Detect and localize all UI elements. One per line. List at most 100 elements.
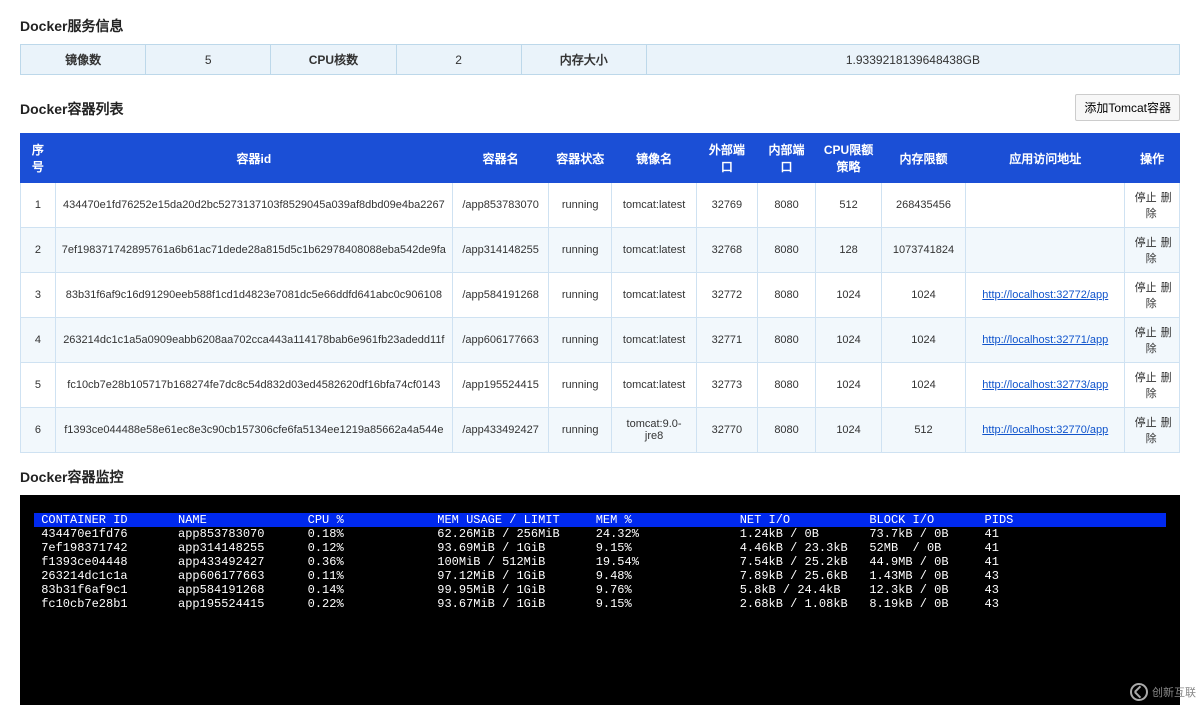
cell-index: 2 [21, 228, 56, 273]
cell-image: tomcat:latest [612, 363, 697, 408]
th-cpu-limit: CPU限额策略 [816, 134, 881, 183]
app-url-link[interactable]: http://localhost:32773/app [982, 379, 1108, 391]
cell-ext-port: 32770 [697, 408, 758, 453]
terminal-row: 7ef198371742 app314148255 0.12% 93.69MiB… [34, 541, 1166, 555]
terminal-row: fc10cb7e28b1 app195524415 0.22% 93.67MiB… [34, 597, 1166, 611]
cell-ext-port: 32768 [697, 228, 758, 273]
cell-mem-limit: 1024 [881, 363, 965, 408]
cell-ops: 停止删除 [1125, 183, 1180, 228]
cell-image: tomcat:latest [612, 183, 697, 228]
watermark-icon [1130, 683, 1148, 701]
stop-action[interactable]: 停止 [1135, 417, 1157, 429]
cell-id: f1393ce044488e58e61ec8e3c90cb157306cfe6f… [55, 408, 452, 453]
cell-index: 6 [21, 408, 56, 453]
cell-url: http://localhost:32770/app [966, 408, 1125, 453]
cell-url: http://localhost:32772/app [966, 273, 1125, 318]
cell-ops: 停止删除 [1125, 228, 1180, 273]
cell-cpu-limit: 512 [816, 183, 881, 228]
th-ext-port: 外部端口 [697, 134, 758, 183]
cell-mem-limit: 512 [881, 408, 965, 453]
cell-cpu-limit: 1024 [816, 318, 881, 363]
cell-name: /app606177663 [452, 318, 548, 363]
cell-ext-port: 32769 [697, 183, 758, 228]
cell-id: 434470e1fd76252e15da20d2bc5273137103f852… [55, 183, 452, 228]
section-title-info: Docker服务信息 [20, 16, 1180, 36]
app-url-link[interactable]: http://localhost:32771/app [982, 334, 1108, 346]
th-index: 序号 [21, 134, 56, 183]
cell-name: /app584191268 [452, 273, 548, 318]
terminal-row: f1393ce04448 app433492427 0.36% 100MiB /… [34, 555, 1166, 569]
container-table-header-row: 序号 容器id 容器名 容器状态 镜像名 外部端口 内部端口 CPU限额策略 内… [21, 134, 1180, 183]
cell-url [966, 228, 1125, 273]
th-name: 容器名 [452, 134, 548, 183]
cell-ext-port: 32772 [697, 273, 758, 318]
cell-index: 4 [21, 318, 56, 363]
table-row: 27ef198371742895761a6b61ac71dede28a815d5… [21, 228, 1180, 273]
stop-action[interactable]: 停止 [1135, 327, 1157, 339]
th-status: 容器状态 [549, 134, 612, 183]
cell-mem-limit: 1073741824 [881, 228, 965, 273]
th-mem-limit: 内存限额 [881, 134, 965, 183]
cell-url: http://localhost:32773/app [966, 363, 1125, 408]
cell-index: 1 [21, 183, 56, 228]
th-url: 应用访问地址 [966, 134, 1125, 183]
info-image-count-value: 5 [146, 45, 271, 75]
cell-ops: 停止删除 [1125, 318, 1180, 363]
terminal-header-row: CONTAINER ID NAME CPU % MEM USAGE / LIMI… [34, 513, 1166, 527]
cell-int-port: 8080 [757, 363, 816, 408]
cell-image: tomcat:latest [612, 228, 697, 273]
stop-action[interactable]: 停止 [1135, 237, 1157, 249]
cell-mem-limit: 1024 [881, 273, 965, 318]
cell-ops: 停止删除 [1125, 408, 1180, 453]
cell-status: running [549, 363, 612, 408]
cell-int-port: 8080 [757, 273, 816, 318]
info-cpu-cores-value: 2 [396, 45, 521, 75]
cell-image: tomcat:9.0-jre8 [612, 408, 697, 453]
app-url-link[interactable]: http://localhost:32772/app [982, 289, 1108, 301]
cell-id: 83b31f6af9c16d91290eeb588f1cd1d4823e7081… [55, 273, 452, 318]
cell-int-port: 8080 [757, 228, 816, 273]
th-int-port: 内部端口 [757, 134, 816, 183]
cell-cpu-limit: 128 [816, 228, 881, 273]
cell-name: /app314148255 [452, 228, 548, 273]
stop-action[interactable]: 停止 [1135, 282, 1157, 294]
cell-cpu-limit: 1024 [816, 273, 881, 318]
watermark-text: 创新互联 [1152, 684, 1196, 700]
section-title-monitor: Docker容器监控 [20, 467, 1180, 487]
cell-status: running [549, 273, 612, 318]
cell-status: running [549, 228, 612, 273]
cell-status: running [549, 183, 612, 228]
add-tomcat-button[interactable]: 添加Tomcat容器 [1075, 94, 1180, 121]
cell-status: running [549, 318, 612, 363]
stop-action[interactable]: 停止 [1135, 192, 1157, 204]
info-mem-size-value: 1.9339218139648438GB [646, 45, 1179, 75]
terminal-row: 83b31f6af9c1 app584191268 0.14% 99.95MiB… [34, 583, 1166, 597]
cell-cpu-limit: 1024 [816, 408, 881, 453]
th-ops: 操作 [1125, 134, 1180, 183]
cell-status: running [549, 408, 612, 453]
cell-name: /app433492427 [452, 408, 548, 453]
cell-url: http://localhost:32771/app [966, 318, 1125, 363]
cell-mem-limit: 1024 [881, 318, 965, 363]
app-url-link[interactable]: http://localhost:32770/app [982, 424, 1108, 436]
cell-ext-port: 32773 [697, 363, 758, 408]
cell-cpu-limit: 1024 [816, 363, 881, 408]
cell-mem-limit: 268435456 [881, 183, 965, 228]
cell-index: 3 [21, 273, 56, 318]
stop-action[interactable]: 停止 [1135, 372, 1157, 384]
cell-ops: 停止删除 [1125, 363, 1180, 408]
cell-ext-port: 32771 [697, 318, 758, 363]
info-image-count-label: 镜像数 [21, 45, 146, 75]
cell-url [966, 183, 1125, 228]
cell-id: 7ef198371742895761a6b61ac71dede28a815d5c… [55, 228, 452, 273]
info-cpu-cores-label: CPU核数 [271, 45, 396, 75]
monitor-terminal: CONTAINER ID NAME CPU % MEM USAGE / LIMI… [20, 495, 1180, 705]
docker-info-table: 镜像数 5 CPU核数 2 内存大小 1.9339218139648438GB [20, 44, 1180, 75]
info-mem-size-label: 内存大小 [521, 45, 646, 75]
container-table: 序号 容器id 容器名 容器状态 镜像名 外部端口 内部端口 CPU限额策略 内… [20, 133, 1180, 453]
cell-name: /app853783070 [452, 183, 548, 228]
cell-id: fc10cb7e28b105717b168274fe7dc8c54d832d03… [55, 363, 452, 408]
cell-image: tomcat:latest [612, 318, 697, 363]
watermark: 创新互联 [1130, 683, 1196, 701]
table-row: 383b31f6af9c16d91290eeb588f1cd1d4823e708… [21, 273, 1180, 318]
